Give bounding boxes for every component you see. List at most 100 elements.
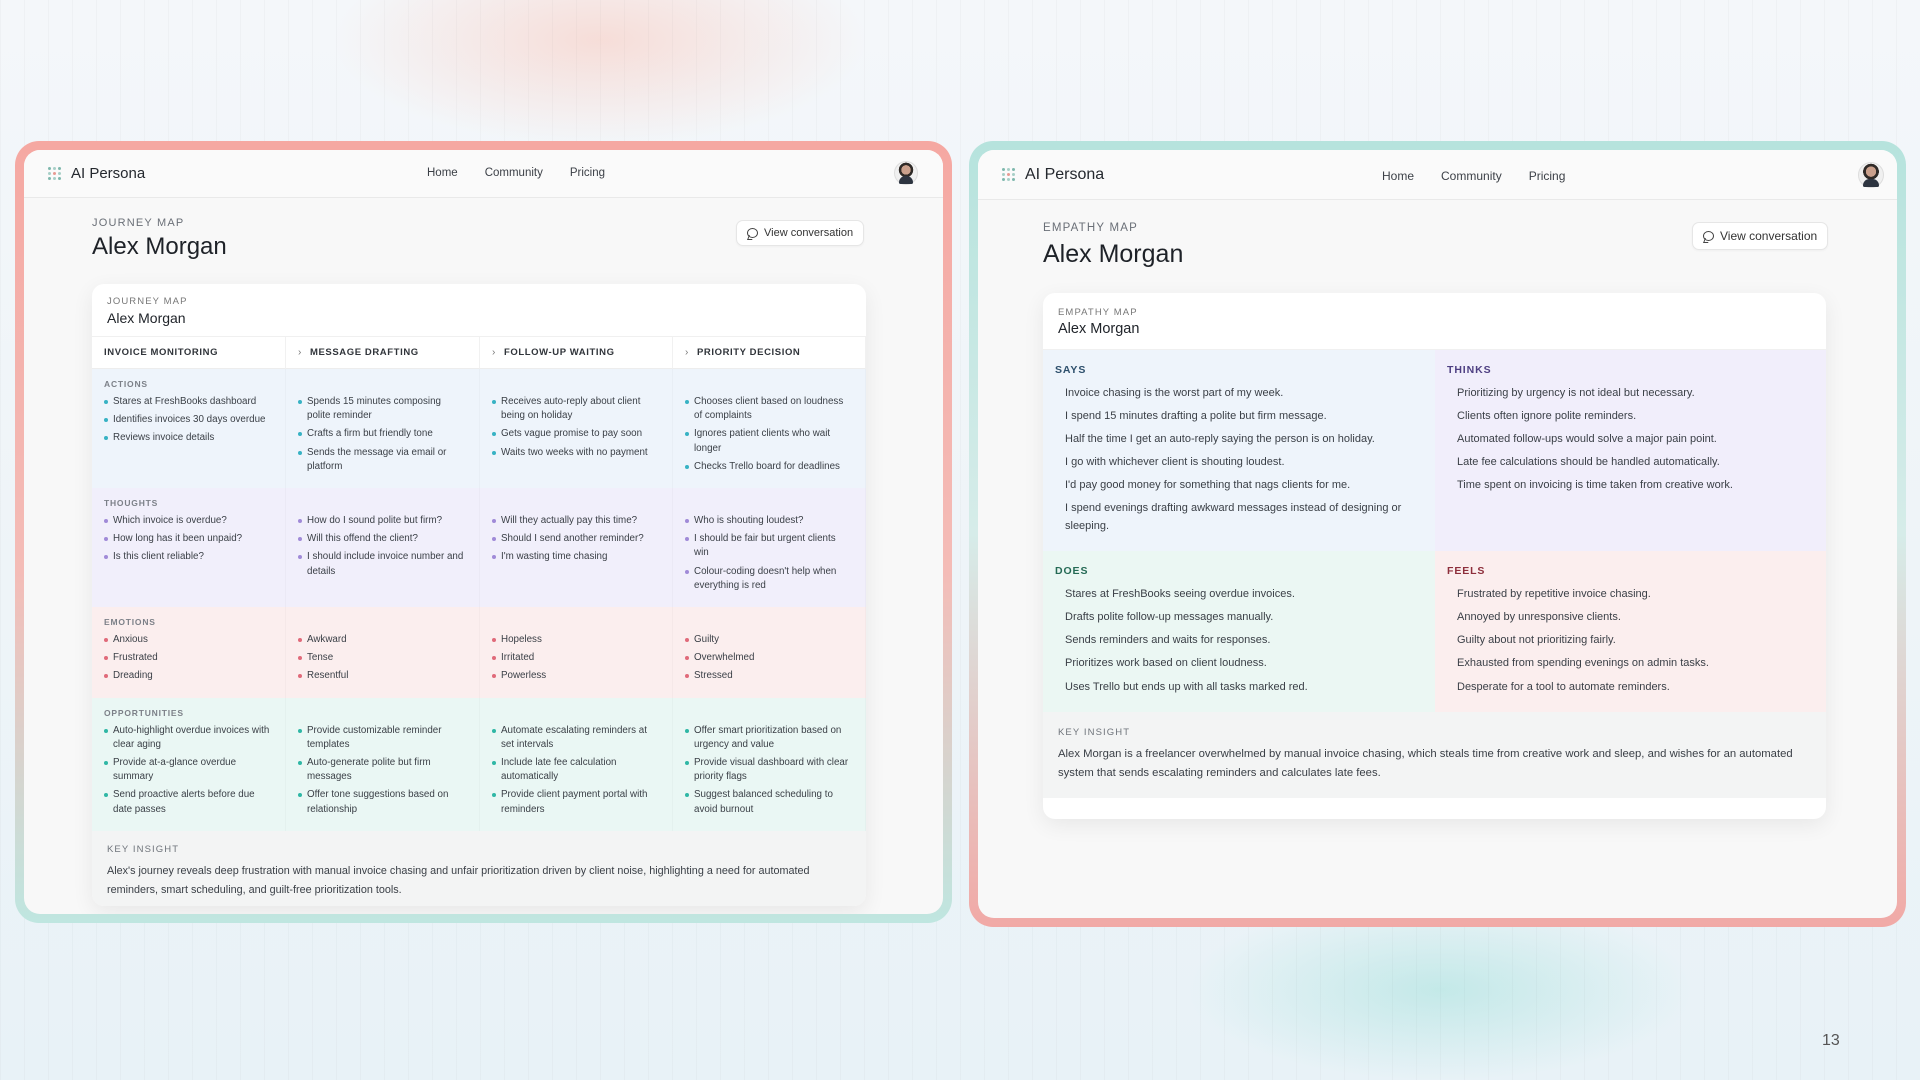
empathy-map-window: AI Persona Home Community Pricing EMPATH… <box>978 150 1897 918</box>
list-item: Auto-generate polite but firm messages <box>298 756 467 784</box>
journey-cell: Guilty Overwhelmed Stressed <box>673 607 866 698</box>
journey-cell: Receives auto-reply about client being o… <box>480 369 673 488</box>
thoughts-row: THOUGHTS Which invoice is overdue? How lon… <box>92 488 866 608</box>
list-item: Should I send another reminder? <box>492 532 660 546</box>
says-label: SAYS <box>1055 364 1087 376</box>
stage-label: FOLLOW-UP WAITING <box>503 347 615 358</box>
journey-cell-list: Who is shouting loudest? I should be fair… <box>685 514 853 593</box>
list-item: Sends reminders and waits for responses. <box>1065 634 1271 647</box>
row-label: ACTIONS <box>104 379 148 389</box>
row-label <box>685 617 853 627</box>
avatar[interactable] <box>894 161 918 185</box>
journey-cell: ACTIONS Stares at FreshBooks dashboard Ide… <box>92 369 286 488</box>
top-navbar: AI Persona Home Community Pricing <box>24 150 943 198</box>
logo-icon[interactable] <box>48 167 61 180</box>
stage-label: MESSAGE DRAFTING <box>309 347 419 358</box>
nav-pricing[interactable]: Pricing <box>570 167 605 179</box>
list-item: Provide visual dashboard with clear prio… <box>685 756 853 784</box>
key-insight-label: KEY INSIGHT <box>1058 726 1131 738</box>
list-item: Resentful <box>298 669 467 683</box>
journey-cell: EMOTIONS Anxious Frustrated Dreading <box>92 607 286 698</box>
thinks-list: Prioritizing by urgency is not ideal but… <box>1447 385 1814 495</box>
journey-cell-list: Which invoice is overdue? How long has it… <box>104 514 273 565</box>
list-item: Offer smart prioritization based on urge… <box>685 724 853 752</box>
row-label <box>492 379 660 389</box>
list-item: Provide customizable reminder templates <box>298 724 467 752</box>
chat-bubble-icon <box>1703 231 1714 241</box>
brand-name[interactable]: AI Persona <box>71 165 145 182</box>
actions-row: ACTIONS Stares at FreshBooks dashboard Ide… <box>92 369 866 489</box>
list-item: Colour-coding doesn't help when everythi… <box>685 565 853 593</box>
journey-cell: THOUGHTS Which invoice is overdue? How lon… <box>92 488 286 607</box>
view-conversation-label: View conversation <box>764 227 854 239</box>
says-quadrant: SAYS Invoice chasing is the worst part o… <box>1043 350 1435 552</box>
journey-cell-list: Receives auto-reply about client being o… <box>492 395 660 460</box>
nav-community[interactable]: Community <box>485 167 543 179</box>
page-overline: JOURNEY MAP <box>92 217 185 229</box>
list-item: Irritated <box>492 651 660 665</box>
list-item: I'm wasting time chasing <box>492 550 660 564</box>
nav-community[interactable]: Community <box>1441 169 1502 183</box>
list-item: Guilty about not prioritizing fairly. <box>1457 634 1616 647</box>
nav-home[interactable]: Home <box>427 167 458 179</box>
journey-cell-list: Hopeless Irritated Powerless <box>492 633 660 684</box>
list-item: I should be fair but urgent clients win <box>685 532 853 560</box>
card-header: JOURNEY MAP Alex Morgan <box>92 284 866 337</box>
view-conversation-button[interactable]: View conversation <box>1692 222 1829 250</box>
list-item: Who is shouting loudest? <box>685 514 853 528</box>
page-title: Alex Morgan <box>92 233 227 260</box>
brand-name[interactable]: AI Persona <box>1025 166 1104 184</box>
journey-cell-list: Automate escalating reminders at set int… <box>492 724 660 817</box>
row-label <box>685 498 853 508</box>
row-label <box>298 617 467 627</box>
stage-header: › MESSAGE DRAFTING <box>286 337 480 369</box>
list-item: Drafts polite follow-up messages manuall… <box>1065 611 1274 624</box>
stage-label: INVOICE MONITORING <box>104 347 219 358</box>
journey-map-frame: AI Persona Home Community Pricing JOURNE… <box>15 141 952 923</box>
main-nav: Home Community Pricing <box>427 167 605 179</box>
card-title: Alex Morgan <box>1058 321 1140 337</box>
list-item: Ignores patient clients who wait longer <box>685 427 853 455</box>
list-item: Provide at-a-glance overdue summary <box>104 756 273 784</box>
list-item: I spend 15 minutes drafting a polite but… <box>1065 410 1327 423</box>
list-item: Stares at FreshBooks dashboard <box>104 395 273 409</box>
nav-home[interactable]: Home <box>1382 169 1414 183</box>
feels-label: FEELS <box>1447 565 1486 578</box>
card-title: Alex Morgan <box>107 310 186 326</box>
logo-icon[interactable] <box>1002 168 1015 181</box>
list-item: I go with whichever client is shouting l… <box>1065 456 1285 469</box>
list-item: Tense <box>298 651 467 665</box>
row-label <box>298 498 467 508</box>
page-number: 13 <box>1822 1032 1840 1049</box>
emotions-row: EMOTIONS Anxious Frustrated Dreading Awkward… <box>92 607 866 698</box>
journey-rows: ACTIONS Stares at FreshBooks dashboard Ide… <box>92 369 866 831</box>
card-header: EMPATHY MAP Alex Morgan <box>1043 293 1826 350</box>
empathy-map-card: EMPATHY MAP Alex Morgan SAYS Invoice cha… <box>1043 293 1826 819</box>
row-label <box>685 379 853 389</box>
list-item: I spend evenings drafting awkward messag… <box>1065 502 1402 533</box>
journey-cell: OPPORTUNITIES Auto-highlight overdue invo… <box>92 698 286 831</box>
list-item: Clients often ignore polite reminders. <box>1457 410 1637 423</box>
list-item: Crafts a firm but friendly tone <box>298 427 467 441</box>
does-label: DOES <box>1055 565 1089 578</box>
nav-pricing[interactable]: Pricing <box>1529 169 1566 183</box>
avatar[interactable] <box>1858 162 1884 188</box>
list-item: Gets vague promise to pay soon <box>492 427 660 441</box>
says-list: Invoice chasing is the worst part of my … <box>1055 385 1423 536</box>
view-conversation-button[interactable]: View conversation <box>736 220 865 246</box>
page-overline: EMPATHY MAP <box>1043 222 1138 234</box>
list-item: Invoice chasing is the worst part of my … <box>1065 387 1284 399</box>
journey-map-card: JOURNEY MAP Alex Morgan INVOICE MONITORI… <box>92 284 866 906</box>
key-insight-text: Alex's journey reveals deep frustration … <box>107 864 810 896</box>
list-item: Which invoice is overdue? <box>104 514 273 528</box>
list-item: I should include invoice number and deta… <box>298 550 467 578</box>
top-navbar: AI Persona Home Community Pricing <box>978 150 1897 200</box>
card-overline: JOURNEY MAP <box>107 296 188 307</box>
list-item: Will this offend the client? <box>298 532 467 546</box>
key-insight: KEY INSIGHT Alex's journey reveals deep … <box>92 830 866 906</box>
journey-cell: Who is shouting loudest? I should be fair… <box>673 488 866 607</box>
journey-cell-list: Anxious Frustrated Dreading <box>104 633 273 684</box>
list-item: Waits two weeks with no payment <box>492 446 660 460</box>
row-label: THOUGHTS <box>104 498 159 509</box>
stage-header: › FOLLOW-UP WAITING <box>480 337 673 369</box>
